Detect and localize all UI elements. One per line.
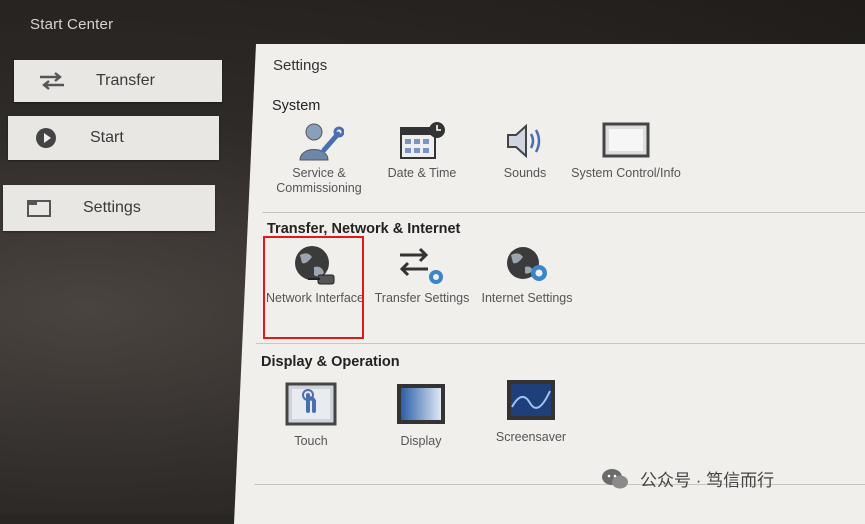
display-screen-icon xyxy=(393,380,449,430)
page-title: Settings xyxy=(273,57,328,74)
transfer-settings-button[interactable]: Transfer Settings xyxy=(367,245,477,306)
red-highlight-box xyxy=(263,236,364,339)
item-label: Internet Settings xyxy=(481,291,573,305)
window-title: Start Center xyxy=(30,16,114,33)
system-control-info-button[interactable]: System Control/Info xyxy=(571,120,681,181)
screensaver-icon xyxy=(503,376,559,426)
sidebar-item-settings[interactable]: Settings xyxy=(3,185,215,231)
section-title-system: System xyxy=(272,98,321,114)
sidebar-item-transfer[interactable]: Transfer xyxy=(14,60,222,102)
sidebar-item-label: Start xyxy=(90,129,124,146)
globe-gear-icon xyxy=(499,245,555,287)
item-label: System Control/Info xyxy=(571,166,681,180)
item-label: Screensaver xyxy=(495,430,567,444)
item-label: Display xyxy=(400,434,442,448)
play-icon xyxy=(32,128,60,148)
sidebar-item-label: Settings xyxy=(83,199,141,216)
section-title-display-operation: Display & Operation xyxy=(261,354,400,370)
hmi-screen: Start Center Transfer Start Settings Set… xyxy=(0,0,865,524)
item-label: Touch xyxy=(294,434,328,448)
section-divider xyxy=(262,212,865,213)
watermark-text: 公众号 · 笃信而行 xyxy=(640,471,775,490)
speaker-icon xyxy=(497,120,553,162)
wechat-icon xyxy=(600,467,630,491)
item-label: Transfer Settings xyxy=(374,291,470,305)
sidebar-item-start[interactable]: Start xyxy=(8,116,219,160)
sidebar-item-label: Transfer xyxy=(96,72,155,89)
sounds-button[interactable]: Sounds xyxy=(470,120,580,181)
folder-icon xyxy=(25,198,53,218)
item-label: Date & Time xyxy=(387,166,457,180)
watermark: 公众号 · 笃信而行 xyxy=(600,466,774,491)
item-label: Sounds xyxy=(503,166,547,180)
monitor-icon xyxy=(598,120,654,162)
section-divider xyxy=(256,343,865,344)
transfer-gear-icon xyxy=(394,245,450,287)
touch-hand-icon xyxy=(283,380,339,430)
date-time-button[interactable]: Date & Time xyxy=(367,120,477,181)
section-title-transfer-network: Transfer, Network & Internet xyxy=(267,221,461,237)
internet-settings-button[interactable]: Internet Settings xyxy=(472,245,582,306)
touch-button[interactable]: Touch xyxy=(256,380,366,449)
screensaver-button[interactable]: Screensaver xyxy=(476,376,586,445)
calendar-clock-icon xyxy=(394,120,450,162)
item-label: Service & Commissioning xyxy=(276,166,362,195)
service-person-wrench-icon xyxy=(291,120,347,162)
service-commissioning-button[interactable]: Service & Commissioning xyxy=(264,120,374,196)
transfer-arrows-icon xyxy=(38,71,66,91)
display-button[interactable]: Display xyxy=(366,380,476,449)
